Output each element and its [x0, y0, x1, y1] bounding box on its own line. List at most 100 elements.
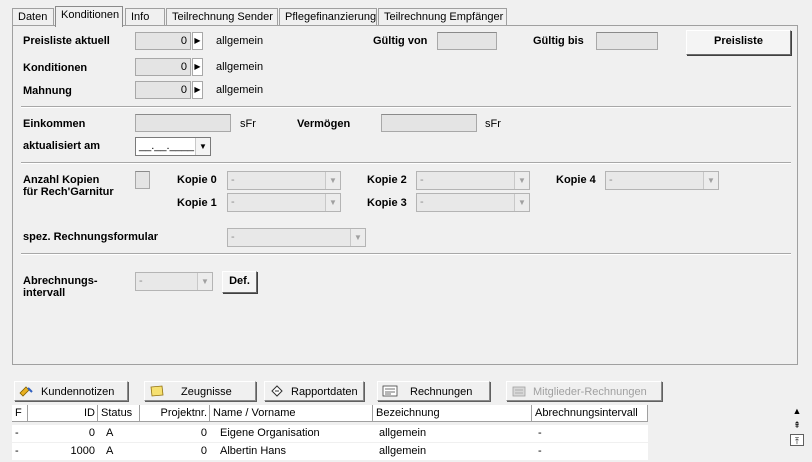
tab-info[interactable]: Info [125, 8, 165, 26]
abrechnungsintervall-select[interactable]: - ▼ [135, 272, 213, 291]
spez-rechnungsformular-label: spez. Rechnungsformular [23, 231, 159, 243]
anzahl-kopien-label-line1: Anzahl Kopien [23, 174, 100, 186]
column-header-bezeichnung[interactable]: Bezeichnung [373, 405, 532, 422]
cell-bezeichnung: allgemein [379, 427, 427, 439]
tab-label: Daten [18, 11, 48, 23]
gueltig-bis-field[interactable] [596, 32, 658, 50]
tab-konditionen[interactable]: Konditionen [55, 6, 123, 27]
konditionen-text: allgemein [216, 61, 264, 73]
chevron-down-icon[interactable]: ▼ [197, 273, 212, 290]
preisliste-arrow-icon[interactable]: ▶ [192, 32, 203, 50]
tab-daten[interactable]: Daten [12, 8, 54, 26]
tab-label: Info [131, 11, 150, 23]
cell-projektnr: 0 [200, 427, 207, 439]
chevron-down-icon[interactable]: ▼ [325, 172, 340, 189]
chevron-down-icon[interactable]: ▼ [514, 172, 529, 189]
preisliste-button[interactable]: Preisliste [686, 30, 791, 55]
preisliste-field[interactable]: 0 [135, 32, 191, 50]
table-row[interactable]: - 0 A 0 Eigene Organisation allgemein - [12, 425, 648, 442]
members-invoice-icon [511, 385, 527, 397]
chevron-down-icon[interactable]: ▼ [350, 229, 365, 246]
table-row[interactable]: - 1000 A 0 Albertin Hans allgemein - [12, 443, 648, 460]
def-button[interactable]: Def. [222, 271, 257, 293]
cell-projektnr: 0 [200, 445, 207, 457]
konditionen-field[interactable]: 0 [135, 58, 191, 76]
abrechnungsintervall-value: - [139, 275, 143, 287]
invoice-icon [382, 385, 398, 397]
tab-label: Teilrechnung Sender [172, 11, 273, 23]
separator [21, 253, 791, 255]
kopie-2-select[interactable]: - ▼ [416, 171, 530, 190]
abrechnungsintervall-label-line1: Abrechnungs- [23, 275, 98, 287]
kopie-3-select[interactable]: - ▼ [416, 193, 530, 212]
mahnung-label: Mahnung [23, 85, 72, 97]
tab-label: Pflegefinanzierung [285, 11, 377, 23]
column-header-name[interactable]: Name / Vorname [210, 405, 373, 422]
spez-rechnungsformular-value: - [231, 231, 235, 243]
scroll-page-up-icon[interactable]: ⇞ [790, 419, 804, 431]
vermoegen-label: Vermögen [297, 118, 351, 130]
mahnung-text: allgemein [216, 84, 264, 96]
tab-label: Konditionen [61, 9, 120, 21]
rechnungen-label: Rechnungen [410, 386, 473, 398]
chevron-down-icon[interactable]: ▼ [703, 172, 718, 189]
vermoegen-field[interactable] [381, 114, 477, 132]
cell-id: 1000 [70, 445, 95, 457]
anzahl-kopien-field[interactable] [135, 171, 150, 189]
tab-teilrechnung-empfaenger[interactable]: Teilrechnung Empfänger [378, 8, 507, 26]
separator [21, 106, 791, 108]
table-scrollbar[interactable]: ▲ ⇞ ⤒ [790, 405, 806, 462]
mahnung-field[interactable]: 0 [135, 81, 191, 99]
report-icon [269, 385, 285, 397]
tab-teilrechnung-sender[interactable]: Teilrechnung Sender [166, 8, 278, 26]
kundennotizen-button[interactable]: Kundennotizen [14, 381, 128, 401]
column-header-id[interactable]: ID [28, 405, 98, 422]
kopie-0-select[interactable]: - ▼ [227, 171, 341, 190]
kopie-2-value: - [420, 174, 424, 186]
column-header-status[interactable]: Status [98, 405, 140, 422]
cell-status: A [106, 445, 114, 457]
mitglieder-rechnungen-button[interactable]: Mitglieder-Rechnungen [506, 381, 662, 401]
kopie-4-label: Kopie 4 [556, 174, 596, 186]
preisliste-label: Preisliste aktuell [23, 35, 110, 47]
aktualisiert-date-picker[interactable]: __.__.____ ▼ [135, 137, 211, 156]
column-header-abrechnungsintervall[interactable]: Abrechnungsintervall [532, 405, 648, 422]
rapportdaten-label: Rapportdaten [291, 386, 358, 398]
aktualisiert-label: aktualisiert am [23, 140, 101, 152]
zeugnisse-button[interactable]: Zeugnisse [144, 381, 256, 401]
column-header-projektnr[interactable]: Projektnr. [140, 405, 210, 422]
kopie-2-label: Kopie 2 [367, 174, 407, 186]
einkommen-unit: sFr [240, 118, 256, 130]
column-header-f[interactable]: F [12, 405, 28, 422]
konditionen-panel: Preisliste aktuell 0 ▶ allgemein Gültig … [12, 25, 798, 365]
kopie-3-label: Kopie 3 [367, 197, 407, 209]
scroll-top-icon[interactable]: ⤒ [790, 434, 804, 446]
chevron-down-icon[interactable]: ▼ [195, 138, 210, 155]
spez-rechnungsformular-select[interactable]: - ▼ [227, 228, 366, 247]
aktualisiert-value: __.__.____ [139, 140, 195, 152]
mahnung-arrow-icon[interactable]: ▶ [192, 81, 203, 99]
cell-name: Eigene Organisation [220, 427, 320, 439]
kopie-4-select[interactable]: - ▼ [605, 171, 719, 190]
einkommen-field[interactable] [135, 114, 231, 132]
cell-name: Albertin Hans [220, 445, 287, 457]
gueltig-bis-label: Gültig bis [533, 35, 584, 47]
kunden-table: F ID Status Projektnr. Name / Vorname Be… [12, 405, 788, 462]
separator [21, 162, 791, 164]
kopie-0-value: - [231, 174, 235, 186]
abrechnungsintervall-label: Abrechnungs- intervall [23, 275, 98, 299]
kopie-1-select[interactable]: - ▼ [227, 193, 341, 212]
chevron-down-icon[interactable]: ▼ [325, 194, 340, 211]
kopie-4-value: - [609, 174, 613, 186]
kundennotizen-label: Kundennotizen [41, 386, 115, 398]
rapportdaten-button[interactable]: Rapportdaten [264, 381, 364, 401]
scroll-up-icon[interactable]: ▲ [790, 405, 804, 417]
kopie-3-value: - [420, 196, 424, 208]
gueltig-von-field[interactable] [437, 32, 497, 50]
mitglieder-rechnungen-label: Mitglieder-Rechnungen [533, 386, 647, 398]
tab-pflegefinanzierung[interactable]: Pflegefinanzierung [279, 8, 377, 26]
chevron-down-icon[interactable]: ▼ [514, 194, 529, 211]
konditionen-arrow-icon[interactable]: ▶ [192, 58, 203, 76]
rechnungen-button[interactable]: Rechnungen [377, 381, 490, 401]
konditionen-label: Konditionen [23, 62, 88, 74]
